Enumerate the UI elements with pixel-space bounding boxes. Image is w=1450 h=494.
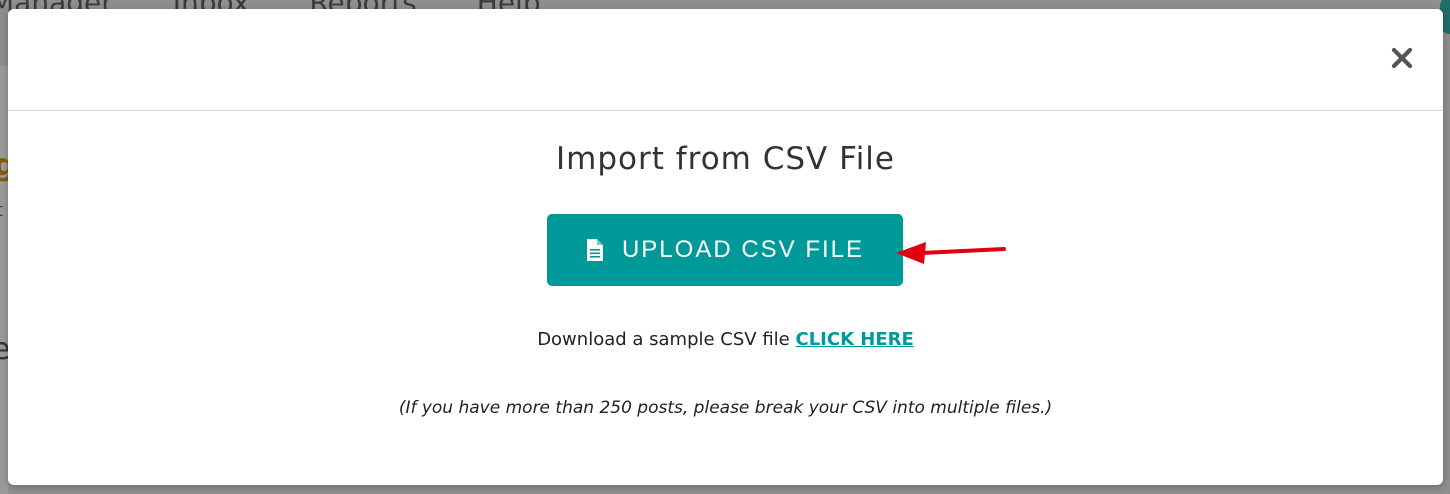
sample-download-link[interactable]: CLICK HERE	[795, 329, 913, 350]
background-fragment: t	[0, 200, 3, 221]
close-button[interactable]	[1389, 45, 1415, 71]
sample-download-line: Download a sample CSV file CLICK HERE	[8, 329, 1443, 350]
close-icon	[1391, 47, 1413, 69]
annotation-arrow	[896, 242, 1006, 264]
import-csv-modal: Import from CSV File UPLOAD CSV FILE Dow…	[8, 9, 1443, 485]
upload-csv-button[interactable]: UPLOAD CSV FILE	[547, 214, 903, 286]
sample-text: Download a sample CSV file	[537, 329, 790, 350]
upload-button-label: UPLOAD CSV FILE	[621, 236, 865, 263]
modal-title: Import from CSV File	[556, 141, 895, 177]
modal-header	[8, 9, 1443, 111]
file-icon	[586, 239, 603, 261]
background-panel	[0, 66, 8, 494]
file-limit-note: (If you have more than 250 posts, please…	[398, 398, 1053, 418]
modal-body: Import from CSV File UPLOAD CSV FILE Dow…	[8, 111, 1443, 484]
